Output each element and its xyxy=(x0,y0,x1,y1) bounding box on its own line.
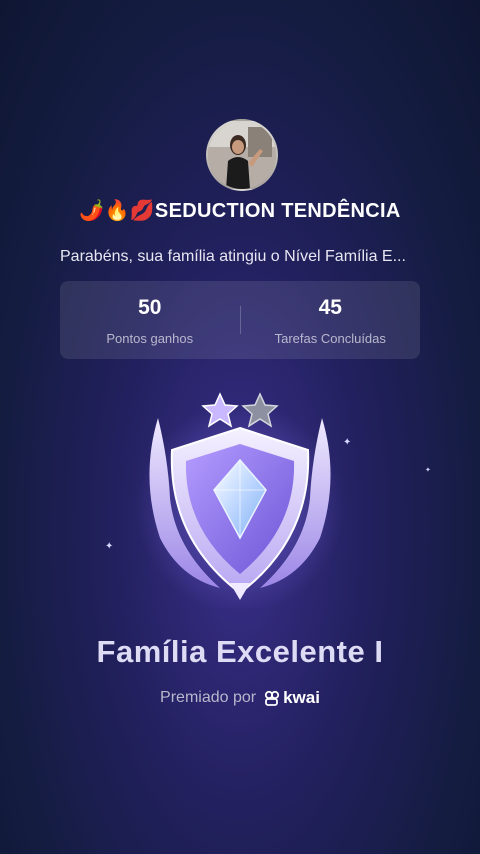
awarded-prefix: Premiado por xyxy=(160,689,257,706)
stats-panel: 50 Pontos ganhos 45 Tarefas Concluídas xyxy=(60,281,420,359)
family-name: 🌶️🔥💋SEDUCTION TENDÊNCIA xyxy=(79,200,401,222)
avatar[interactable] xyxy=(206,119,278,191)
stat-tasks: 45 Tarefas Concluídas xyxy=(241,294,421,346)
stat-points-label: Pontos ganhos xyxy=(106,331,194,346)
kwai-icon xyxy=(264,690,280,706)
stat-tasks-value: 45 xyxy=(318,296,342,319)
avatar-photo-icon xyxy=(208,121,276,189)
level-badge xyxy=(130,388,350,613)
kwai-logo: kwai xyxy=(264,688,320,708)
awarded-by: Premiado por kwai xyxy=(0,688,480,708)
level-title: Família Excelente I xyxy=(96,634,384,669)
stat-tasks-label: Tarefas Concluídas xyxy=(274,331,386,346)
congratulation-message: Parabéns, sua família atingiu o Nível Fa… xyxy=(60,248,406,265)
kwai-brand-text: kwai xyxy=(283,688,320,707)
sparkle-icon: ✦ xyxy=(105,541,114,552)
shield-crystal-badge-icon xyxy=(135,392,345,613)
stat-points: 50 Pontos ganhos xyxy=(60,294,240,346)
sparkle-icon: ✦ xyxy=(425,467,431,474)
stat-points-value: 50 xyxy=(138,296,162,319)
